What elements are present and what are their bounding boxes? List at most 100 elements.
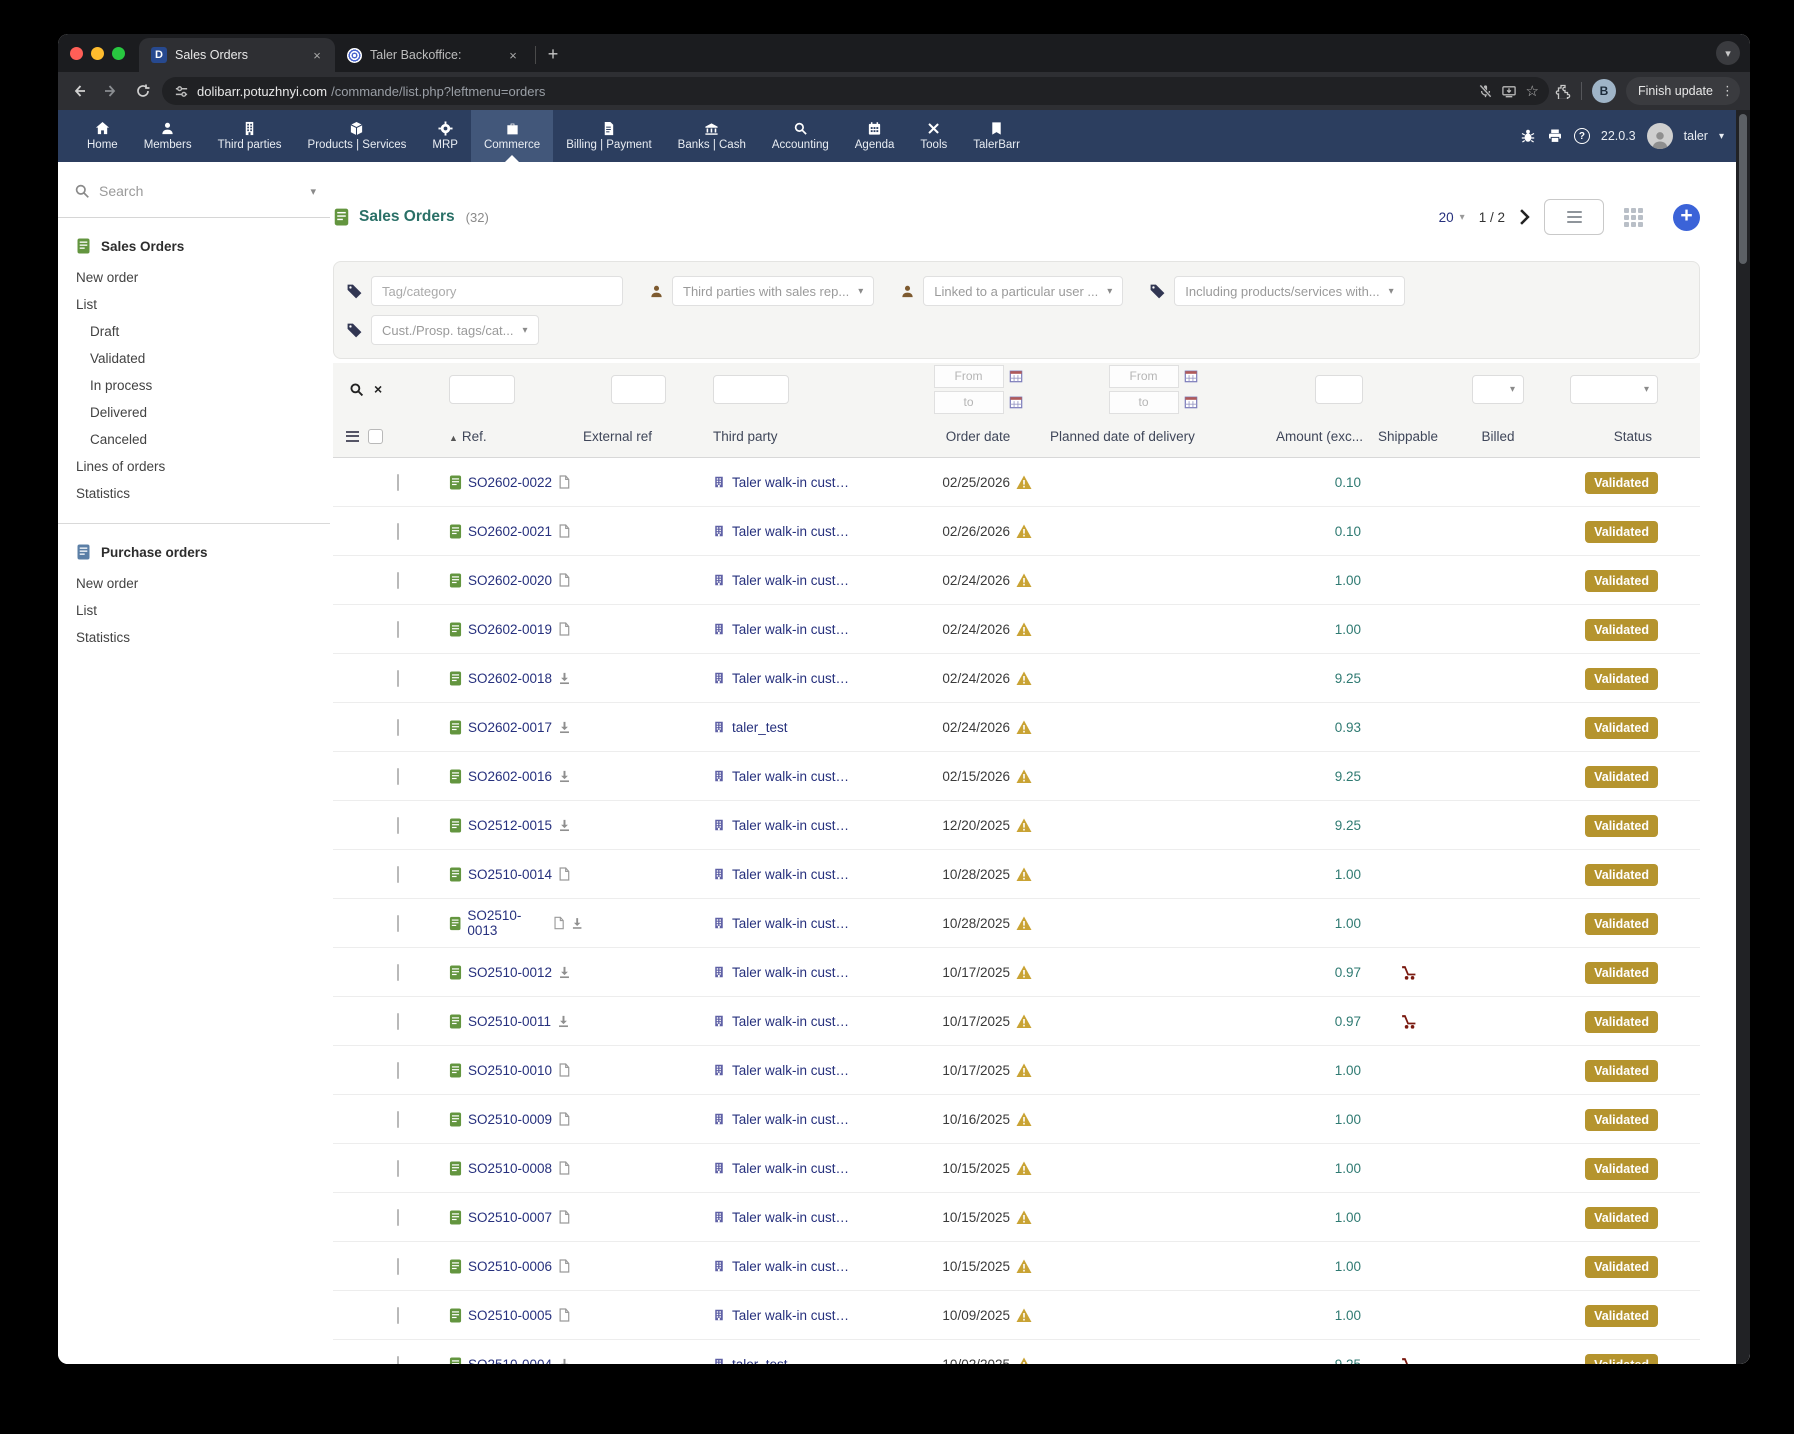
order-ref-link[interactable]: SO2602-0017 [468, 720, 552, 735]
billed-filter-select[interactable] [1472, 375, 1524, 404]
row-checkbox[interactable] [397, 1356, 399, 1365]
third-party-link[interactable]: Taler walk-in cust… [732, 1210, 849, 1225]
row-checkbox[interactable] [397, 817, 399, 834]
amount-filter-input[interactable] [1315, 375, 1363, 404]
third-party-link[interactable]: taler_test [732, 720, 788, 735]
third-party-link[interactable]: Taler walk-in cust… [732, 622, 849, 637]
sidebar-item[interactable]: Statistics [76, 480, 330, 507]
sidebar-item[interactable]: Delivered [76, 399, 330, 426]
third-party-link[interactable]: Taler walk-in cust… [732, 818, 849, 833]
download-icon[interactable] [558, 1358, 571, 1365]
nav-accounting[interactable]: Accounting [759, 110, 842, 162]
user-avatar[interactable] [1647, 123, 1673, 149]
clear-search-icon[interactable] [374, 381, 382, 397]
new-order-button[interactable] [1673, 204, 1700, 231]
back-button[interactable] [66, 78, 92, 104]
mic-off-icon[interactable] [1478, 84, 1493, 99]
column-header-billed[interactable]: Billed [1481, 429, 1514, 444]
order-ref-link[interactable]: SO2510-0009 [468, 1112, 552, 1127]
delivery-date-to-input[interactable] [1109, 391, 1179, 414]
tab-search-chevron[interactable] [1716, 41, 1740, 65]
cust-prosp-tags-filter[interactable]: Cust./Prosp. tags/cat... [371, 315, 539, 345]
third-party-link[interactable]: Taler walk-in cust… [732, 1112, 849, 1127]
column-header-status[interactable]: Status [1614, 429, 1700, 444]
row-checkbox[interactable] [397, 1062, 399, 1079]
nav-third-parties[interactable]: Third parties [205, 110, 295, 162]
nav-agenda[interactable]: Agenda [842, 110, 908, 162]
user-menu[interactable]: taler [1684, 129, 1708, 143]
tag-category-filter[interactable] [371, 276, 623, 306]
status-filter-select[interactable] [1570, 375, 1658, 404]
order-ref-link[interactable]: SO2510-0007 [468, 1210, 552, 1225]
column-header-shippable[interactable]: Shippable [1378, 429, 1438, 444]
note-icon[interactable] [558, 1308, 570, 1322]
tab-sales-orders[interactable]: D Sales Orders [139, 38, 335, 72]
sidebar-item[interactable]: List [76, 291, 330, 318]
third-party-link[interactable]: Taler walk-in cust… [732, 671, 849, 686]
third-party-link[interactable]: Taler walk-in cust… [732, 1014, 849, 1029]
install-app-icon[interactable] [1501, 84, 1517, 99]
note-icon[interactable] [558, 1112, 570, 1126]
scrollbar-thumb[interactable] [1739, 114, 1747, 264]
list-view-button[interactable] [1544, 199, 1604, 235]
finish-update-button[interactable]: Finish update [1626, 77, 1740, 105]
order-date-to-input[interactable] [934, 391, 1004, 414]
url-bar[interactable]: dolibarr.potuzhnyi.com/commande/list.php… [162, 77, 1549, 105]
new-tab-button[interactable] [540, 41, 566, 67]
third-party-link[interactable]: Taler walk-in cust… [732, 916, 849, 931]
sidebar-section-title[interactable]: Sales Orders [76, 238, 330, 254]
third-party-link[interactable]: Taler walk-in cust… [732, 1308, 849, 1323]
third-party-sales-rep-filter[interactable]: Third parties with sales rep... [672, 276, 874, 306]
page-scrollbar[interactable] [1736, 110, 1750, 1364]
chevron-down-icon[interactable] [310, 185, 316, 198]
sidebar-search[interactable]: Search [58, 175, 330, 218]
order-ref-link[interactable]: SO2510-0006 [468, 1259, 552, 1274]
print-icon[interactable] [1547, 128, 1563, 144]
download-icon[interactable] [558, 966, 571, 979]
nav-banks-cash[interactable]: Banks | Cash [665, 110, 759, 162]
order-ref-link[interactable]: SO2510-0010 [468, 1063, 552, 1078]
sidebar-item[interactable]: Statistics [76, 624, 330, 651]
download-icon[interactable] [558, 770, 571, 783]
note-icon[interactable] [558, 1063, 570, 1077]
grid-view-button[interactable] [1624, 208, 1643, 227]
third-party-link[interactable]: taler_test [732, 1357, 788, 1365]
column-header-ref[interactable]: Ref. [433, 429, 583, 444]
forward-button[interactable] [98, 78, 124, 104]
nav-products-services[interactable]: Products | Services [295, 110, 420, 162]
third-party-link[interactable]: Taler walk-in cust… [732, 1063, 849, 1078]
close-tab-icon[interactable] [309, 47, 325, 63]
column-header-amount[interactable]: Amount (exc... [1276, 429, 1363, 444]
order-date-from-input[interactable] [934, 365, 1004, 388]
order-ref-link[interactable]: SO2510-0011 [468, 1014, 551, 1029]
calendar-icon[interactable] [1009, 369, 1023, 383]
note-icon[interactable] [558, 524, 570, 538]
row-checkbox[interactable] [397, 915, 399, 932]
order-ref-link[interactable]: SO2510-0014 [468, 867, 552, 882]
row-checkbox[interactable] [397, 474, 399, 491]
order-ref-link[interactable]: SO2510-0012 [468, 965, 552, 980]
order-ref-link[interactable]: SO2602-0018 [468, 671, 552, 686]
bookmark-star-icon[interactable]: ☆ [1525, 82, 1538, 100]
nav-mrp[interactable]: MRP [419, 110, 471, 162]
note-icon[interactable] [558, 622, 570, 636]
maximize-window-button[interactable] [112, 47, 125, 60]
bug-report-icon[interactable] [1520, 128, 1536, 144]
close-tab-icon[interactable] [505, 47, 521, 63]
row-checkbox[interactable] [397, 719, 399, 736]
sidebar-item[interactable]: Validated [76, 345, 330, 372]
calendar-icon[interactable] [1184, 395, 1198, 409]
sidebar-item[interactable]: In process [76, 372, 330, 399]
sidebar-item[interactable]: Lines of orders [76, 453, 330, 480]
download-icon[interactable] [557, 1015, 570, 1028]
tab-taler-backoffice[interactable]: Taler Backoffice: [335, 38, 531, 72]
browser-menu-icon[interactable] [1721, 83, 1734, 99]
third-party-link[interactable]: Taler walk-in cust… [732, 475, 849, 490]
third-party-link[interactable]: Taler walk-in cust… [732, 867, 849, 882]
delivery-date-from-input[interactable] [1109, 365, 1179, 388]
page-size-select[interactable]: 20 [1439, 210, 1465, 225]
third-party-filter-input[interactable] [713, 375, 789, 404]
note-icon[interactable] [553, 916, 564, 930]
row-checkbox[interactable] [397, 1209, 399, 1226]
row-checkbox[interactable] [397, 1160, 399, 1177]
